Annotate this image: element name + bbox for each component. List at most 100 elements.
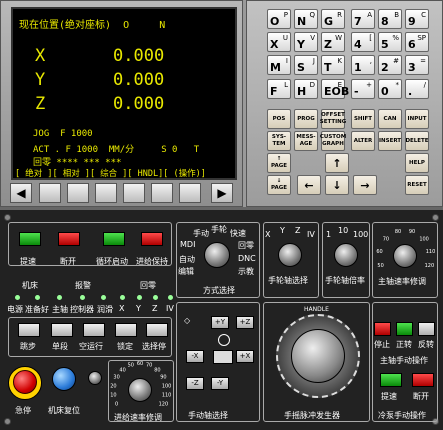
key-7[interactable]: 7A: [351, 9, 375, 29]
optional-stop-button[interactable]: [146, 323, 168, 337]
spindle-override-knob[interactable]: [393, 244, 417, 268]
cycle-start-button[interactable]: [103, 232, 125, 246]
softkey-3[interactable]: [95, 183, 117, 203]
jog-minus-z-button[interactable]: -Z: [186, 377, 204, 390]
key-main-legend: 6: [408, 38, 416, 51]
key-f[interactable]: FL: [267, 79, 291, 99]
jog-minus-x-button[interactable]: -X: [186, 350, 204, 363]
softkey-6[interactable]: [179, 183, 201, 203]
key-2[interactable]: 2 #: [378, 55, 402, 75]
jog-plus-z-button[interactable]: +Z: [236, 316, 254, 329]
key-g[interactable]: GR: [321, 9, 345, 29]
softkey-2[interactable]: [67, 183, 89, 203]
key-dot[interactable]: . /: [405, 79, 429, 99]
crt-display: 现在位置(绝对座标) O N X 0.000 Y 0.000 Z 0.000 J…: [11, 7, 237, 180]
key-m[interactable]: MI: [267, 55, 291, 75]
screw: [432, 214, 439, 221]
feed-hold-button[interactable]: [141, 232, 163, 246]
dial-tick-label: 50: [128, 363, 134, 369]
machine-reset-button[interactable]: [52, 367, 76, 391]
softkey-right-arrow[interactable]: ▶: [211, 183, 233, 203]
skip-button[interactable]: [18, 323, 40, 337]
dial-tick-label: 10: [110, 393, 116, 399]
alter-key[interactable]: ALTER: [351, 131, 375, 151]
key-shift-legend: #: [393, 57, 399, 65]
can-key[interactable]: CAN: [378, 109, 402, 129]
operator-panel: 提速 断开 循环启动 进给保持 机床 报警 回零 电源 准备好 主轴 控制器 润…: [0, 207, 443, 430]
reset-key[interactable]: RESET: [405, 175, 429, 195]
handwheel-mult-knob[interactable]: [334, 243, 358, 267]
dry-run-button[interactable]: [83, 323, 105, 337]
handwheel-axis-knob[interactable]: [278, 243, 302, 267]
delete-key[interactable]: DELETE: [405, 131, 429, 151]
help-key[interactable]: HELP: [405, 153, 429, 173]
softkey-1[interactable]: [39, 183, 61, 203]
softkey-4[interactable]: [123, 183, 145, 203]
cursor-down-key[interactable]: ↓: [325, 175, 349, 195]
jog-plus-x-button[interactable]: +X: [236, 350, 254, 363]
offset-setting-key[interactable]: OFFSET SETTING: [320, 109, 346, 129]
system-key[interactable]: SYS-TEM: [267, 131, 291, 151]
key-3[interactable]: 3 =: [405, 55, 429, 75]
key-x[interactable]: XU: [267, 32, 291, 52]
shift-key[interactable]: SHIFT: [351, 109, 375, 129]
key-shift-legend: D: [309, 81, 315, 89]
key-s[interactable]: SJ: [294, 55, 318, 75]
insert-key[interactable]: INSERT: [378, 131, 402, 151]
cursor-right-key[interactable]: →: [353, 175, 377, 195]
key-y[interactable]: YV: [294, 32, 318, 52]
message-key[interactable]: MESS-AGE: [294, 131, 318, 151]
softkey-5[interactable]: [151, 183, 173, 203]
jog-plus-y-button[interactable]: +Y: [211, 316, 229, 329]
dial-tick-label: 60: [137, 361, 143, 367]
position-header: 现在位置(绝对座标) O N: [19, 20, 166, 31]
key-9[interactable]: 9C: [405, 9, 429, 29]
feed-override-knob[interactable]: [128, 378, 152, 402]
coolant-on-button[interactable]: [380, 373, 402, 387]
page-down-key[interactable]: ↓ PAGE: [267, 175, 291, 195]
single-block-button[interactable]: [51, 323, 73, 337]
jog-rapid-button[interactable]: [213, 350, 233, 364]
key-1[interactable]: 1,: [351, 55, 375, 75]
key-h[interactable]: HD: [294, 79, 318, 99]
key-minus[interactable]: - +: [351, 79, 375, 99]
key-z[interactable]: ZW: [321, 32, 345, 52]
disconnect-button[interactable]: [58, 232, 80, 246]
pos-key[interactable]: POS: [267, 109, 291, 129]
spindle-reverse-button[interactable]: [418, 322, 435, 336]
key-8[interactable]: 8B: [378, 9, 402, 29]
key-4[interactable]: 4[: [351, 32, 375, 52]
mode-mdi: MDI: [180, 240, 196, 249]
coolant-off-button[interactable]: [412, 373, 434, 387]
jog-minus-y-button[interactable]: -Y: [211, 377, 229, 390]
key-t[interactable]: TK: [321, 55, 345, 75]
custom-graph-key[interactable]: CUSTOM GRAPH: [320, 131, 346, 151]
key-5[interactable]: 5%: [378, 32, 402, 52]
page-up-key[interactable]: ↑ PAGE: [267, 153, 291, 173]
prog-key[interactable]: PROG: [294, 109, 318, 129]
dial-tick-label: 80: [395, 229, 401, 235]
key-eob[interactable]: EOB E: [321, 79, 349, 99]
key-shift-legend: U: [282, 34, 288, 42]
key-main-legend: T: [324, 61, 332, 74]
spindle-forward-button[interactable]: [396, 322, 413, 336]
key-6[interactable]: 6 SP: [405, 32, 429, 52]
key-0[interactable]: 0 *: [378, 79, 402, 99]
handwheel-knob[interactable]: [291, 329, 345, 383]
key-o[interactable]: OP: [267, 9, 291, 29]
key-switch[interactable]: [88, 371, 102, 385]
key-main-legend: 4: [354, 38, 362, 51]
softkey-left-arrow[interactable]: ◀: [10, 183, 32, 203]
mode-select-knob[interactable]: [204, 242, 230, 268]
spindle-stop-button[interactable]: [374, 322, 391, 336]
mode-edit: 编辑: [178, 267, 194, 276]
cursor-left-key[interactable]: ←: [297, 175, 321, 195]
estop-button[interactable]: [13, 370, 37, 394]
status-feed: ACT . F 1000 MM/分 S 0 T: [33, 145, 200, 155]
spindle-override-title: 主轴速率修调: [378, 277, 426, 286]
lock-button[interactable]: [115, 323, 137, 337]
cursor-up-key[interactable]: ↑: [325, 153, 349, 173]
jog-speed-button[interactable]: [19, 232, 41, 246]
input-key[interactable]: INPUT: [405, 109, 429, 129]
key-n[interactable]: NQ: [294, 9, 318, 29]
